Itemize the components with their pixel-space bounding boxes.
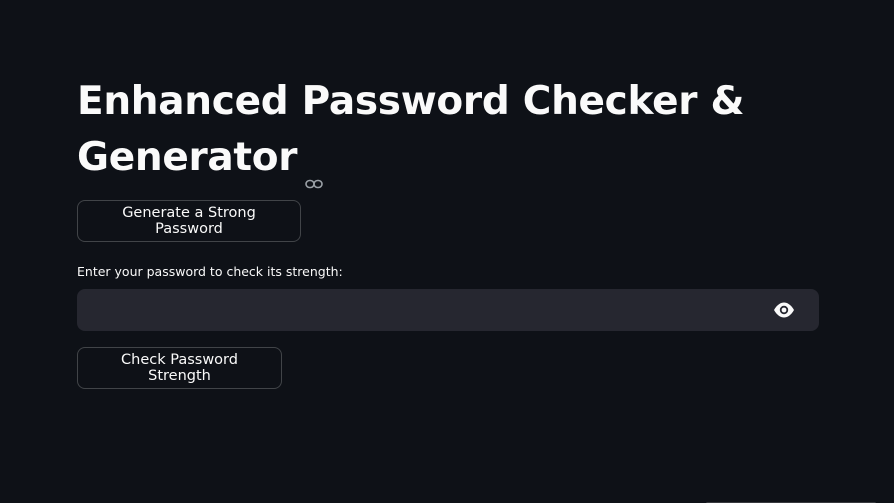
app-page: Enhanced Password Checker & Generator Ge… [0, 0, 894, 503]
link-icon[interactable] [305, 150, 324, 188]
footer-text-cutoff [706, 499, 876, 503]
page-title-line2: Generator [77, 135, 298, 180]
main-content: Enhanced Password Checker & Generator Ge… [77, 74, 819, 389]
generate-password-button[interactable]: Generate a Strong Password [77, 200, 301, 242]
check-strength-button[interactable]: Check Password Strength [77, 347, 282, 389]
password-field-label: Enter your password to check its strengt… [77, 264, 343, 279]
eye-icon[interactable] [773, 301, 795, 319]
password-input[interactable] [77, 289, 757, 331]
password-input-container [77, 289, 819, 331]
page-title-line1: Enhanced Password Checker & [77, 79, 745, 124]
page-title: Enhanced Password Checker & Generator [77, 74, 819, 188]
